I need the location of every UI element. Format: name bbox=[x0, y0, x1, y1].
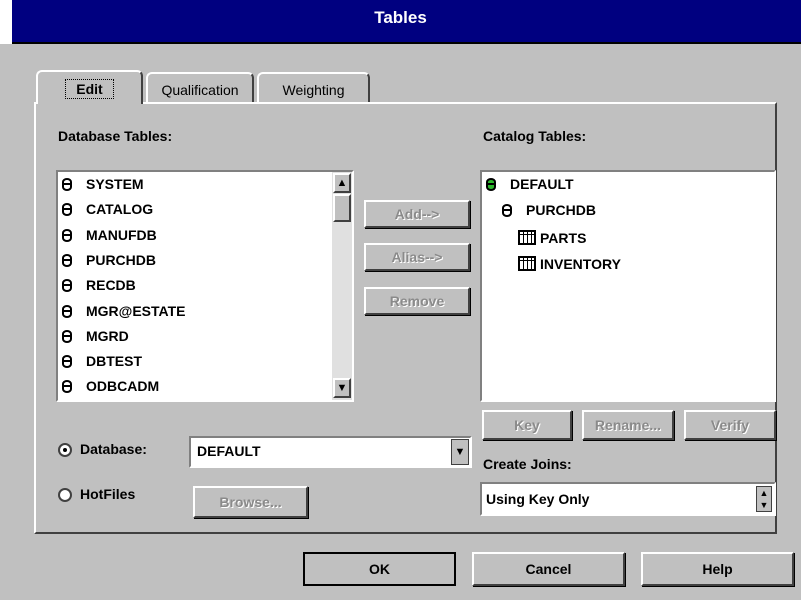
title-bar-left-edge bbox=[0, 0, 12, 44]
alias-button-label: Alias--> bbox=[391, 249, 443, 265]
tree-item-label: INVENTORY bbox=[540, 256, 621, 272]
list-item[interactable]: MANUFDB bbox=[62, 227, 157, 252]
tree-item[interactable]: INVENTORY bbox=[518, 254, 621, 279]
list-item-label: MGRD bbox=[86, 327, 129, 344]
database-tables-scrollbar[interactable]: ▲ ▼ bbox=[332, 172, 352, 400]
list-item[interactable]: RECDB bbox=[62, 277, 136, 302]
add-button-label: Add--> bbox=[394, 206, 440, 222]
spin-arrows-icon: ▲ ▼ bbox=[759, 488, 769, 510]
tab-qualification[interactable]: Qualification bbox=[146, 72, 254, 102]
remove-button[interactable]: Remove bbox=[364, 287, 470, 315]
tab-qualification-label: Qualification bbox=[161, 82, 239, 98]
database-select[interactable]: DEFAULT ▼ bbox=[189, 436, 472, 468]
tab-edit-label: Edit bbox=[65, 79, 114, 99]
table-icon bbox=[518, 230, 536, 245]
tree-item-label: DEFAULT bbox=[510, 176, 574, 192]
hotfiles-radio[interactable] bbox=[58, 488, 72, 502]
tree-item[interactable]: PURCHDB bbox=[502, 202, 596, 227]
remove-button-label: Remove bbox=[389, 293, 445, 309]
create-joins-value: Using Key Only bbox=[486, 491, 590, 507]
database-tables-list[interactable]: SYSTEM CATALOG MANUFDB PURCHDB RECDB MGR@ESTA… bbox=[56, 170, 354, 402]
list-item[interactable]: PURCHDB bbox=[62, 252, 156, 277]
create-joins-select[interactable]: Using Key Only ▲ ▼ bbox=[480, 482, 776, 516]
alias-button[interactable]: Alias--> bbox=[364, 243, 470, 271]
tab-weighting-label: Weighting bbox=[282, 82, 345, 98]
browse-button[interactable]: Browse... bbox=[193, 486, 308, 518]
scroll-up-button[interactable]: ▲ bbox=[333, 173, 351, 193]
create-joins-spinner[interactable]: ▲ ▼ bbox=[756, 486, 772, 512]
key-button-label: Key bbox=[514, 417, 540, 433]
scroll-thumb[interactable] bbox=[333, 194, 351, 222]
title-bar[interactable]: Tables bbox=[0, 0, 801, 44]
scroll-down-button[interactable]: ▼ bbox=[333, 378, 351, 398]
key-button[interactable]: Key bbox=[482, 410, 572, 440]
database-icon bbox=[62, 203, 72, 217]
arrow-down-icon: ▼ bbox=[336, 382, 348, 394]
dropdown-arrow-icon: ▼ bbox=[454, 446, 466, 458]
tab-join bbox=[38, 101, 141, 105]
table-icon bbox=[518, 256, 536, 271]
database-icon bbox=[62, 228, 72, 242]
list-item-label: DBTEST bbox=[86, 353, 142, 370]
tree-item[interactable]: DEFAULT bbox=[486, 176, 574, 201]
rename-button-label: Rename... bbox=[594, 417, 662, 433]
ok-button[interactable]: OK bbox=[303, 552, 456, 586]
cancel-button-label: Cancel bbox=[525, 561, 572, 577]
verify-button-label: Verify bbox=[710, 417, 750, 433]
rename-button[interactable]: Rename... bbox=[582, 410, 674, 440]
list-item-label: PURCHDB bbox=[86, 251, 156, 268]
list-item-label: ODBCADM bbox=[86, 378, 160, 395]
tab-edit[interactable]: Edit bbox=[36, 70, 143, 104]
list-item[interactable]: ODBCADM bbox=[62, 378, 159, 403]
list-item[interactable]: DBTEST bbox=[62, 353, 142, 378]
database-icon bbox=[62, 279, 72, 293]
catalog-tables-tree[interactable]: DEFAULT PURCHDB PARTS INVENTORY bbox=[480, 170, 776, 402]
list-item-label: CATALOG bbox=[86, 201, 154, 218]
list-item[interactable]: MGRD bbox=[62, 328, 129, 353]
database-icon bbox=[62, 304, 72, 318]
list-item[interactable]: MGR@ESTATE bbox=[62, 303, 185, 328]
database-radio[interactable] bbox=[58, 443, 72, 457]
list-item[interactable]: SYSTEM bbox=[62, 176, 144, 201]
tree-item-label: PURCHDB bbox=[526, 202, 596, 218]
add-button[interactable]: Add--> bbox=[364, 200, 470, 228]
database-icon bbox=[62, 380, 72, 394]
list-item[interactable]: CATALOG bbox=[62, 201, 153, 226]
browse-button-label: Browse... bbox=[219, 494, 282, 510]
database-select-dropdown-button[interactable]: ▼ bbox=[451, 439, 469, 465]
ok-button-label: OK bbox=[369, 561, 390, 577]
database-select-value: DEFAULT bbox=[197, 443, 261, 459]
list-item-label: MANUFDB bbox=[86, 226, 157, 243]
list-item-label: SYSTEM bbox=[86, 176, 144, 192]
database-radio-label: Database: bbox=[80, 441, 147, 457]
tab-weighting[interactable]: Weighting bbox=[257, 72, 370, 102]
tree-item[interactable]: PARTS bbox=[518, 228, 586, 253]
database-icon bbox=[62, 329, 72, 343]
hotfiles-radio-label: HotFiles bbox=[80, 486, 136, 502]
database-icon bbox=[62, 253, 72, 267]
verify-button[interactable]: Verify bbox=[684, 410, 776, 440]
window-title: Tables bbox=[374, 8, 427, 27]
database-icon bbox=[502, 204, 512, 217]
list-item-label: RECDB bbox=[86, 277, 136, 294]
arrow-up-icon: ▲ bbox=[336, 177, 348, 189]
list-item-label: MGR@ESTATE bbox=[86, 302, 186, 319]
help-button[interactable]: Help bbox=[641, 552, 794, 586]
tree-item-label: PARTS bbox=[540, 230, 587, 246]
cancel-button[interactable]: Cancel bbox=[472, 552, 625, 586]
create-joins-label: Create Joins: bbox=[483, 456, 572, 472]
database-icon bbox=[62, 178, 72, 191]
database-tables-label: Database Tables: bbox=[58, 128, 173, 144]
help-button-label: Help bbox=[702, 561, 733, 577]
catalog-tables-label: Catalog Tables: bbox=[483, 128, 587, 144]
database-icon bbox=[62, 355, 72, 369]
database-green-icon bbox=[486, 178, 496, 191]
